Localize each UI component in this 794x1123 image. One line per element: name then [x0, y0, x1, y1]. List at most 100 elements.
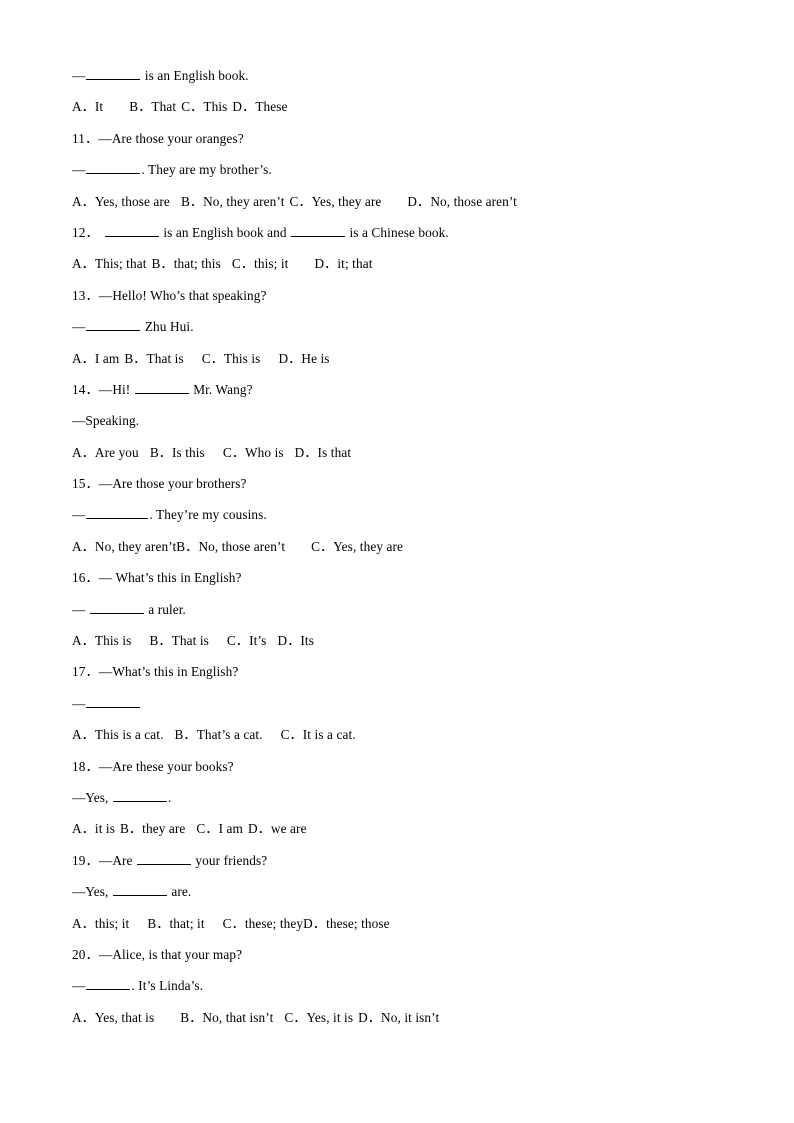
option-label-b: B．	[149, 444, 172, 460]
option-label-c: C．	[196, 821, 219, 837]
option-text-b[interactable]: Is this	[172, 445, 205, 460]
em-dash: —	[98, 758, 113, 774]
option-text-d[interactable]: it; that	[337, 256, 372, 271]
document-page: — is an English book. A．It B．That C．This D．…	[0, 0, 794, 1123]
question-stem-line: 18．—Are these your books?	[72, 758, 234, 774]
question-number: 14．	[72, 381, 99, 397]
option-text-d[interactable]: we are	[271, 821, 307, 836]
em-dash: —	[72, 68, 86, 83]
question-number: 12．	[72, 224, 99, 240]
question-answer-line: — a ruler.	[72, 601, 186, 617]
option-label-a: A．	[72, 538, 95, 554]
option-text-a[interactable]: This; that	[95, 256, 147, 271]
option-text-c[interactable]: Yes, they are	[312, 194, 382, 209]
em-dash: —	[72, 162, 86, 178]
option-text-a[interactable]: Yes, that is	[95, 1010, 154, 1025]
option-text-b[interactable]: No, that isn’t	[202, 1010, 273, 1025]
option-text-b[interactable]: That’s a cat.	[197, 727, 263, 742]
option-text-d[interactable]: No, those aren’t	[430, 194, 517, 209]
option-text-a[interactable]: Yes, those are	[95, 194, 170, 209]
fill-blank	[136, 852, 191, 865]
option-text-d[interactable]: these; those	[326, 916, 390, 931]
option-text-c[interactable]: these; they	[245, 916, 303, 931]
em-dash: —	[72, 978, 86, 994]
question-options-line: A．Are you B．Is this C．Who is D．Is that	[72, 437, 722, 468]
question-options-line: A．this; it B．that; it C．these; theyD．these…	[72, 908, 722, 939]
option-label-d: D．	[277, 633, 301, 649]
option-text-b[interactable]: that; it	[170, 916, 205, 931]
option-text-b[interactable]: No, they aren’t	[203, 194, 284, 209]
option-label-d: D．	[358, 1009, 382, 1025]
option-text-b[interactable]: That is	[146, 351, 183, 366]
question-answer-line: —. It’s Linda’s.	[72, 978, 204, 994]
option-text-c[interactable]: Yes, they are	[333, 539, 403, 554]
option-label-a: A．	[72, 821, 95, 837]
em-dash: —	[98, 664, 113, 680]
fill-blank	[86, 695, 141, 708]
question-answer-line: — Zhu Hui.	[72, 318, 194, 335]
option-text-c[interactable]: this; it	[254, 256, 288, 271]
option-text-b[interactable]: that; this	[174, 256, 221, 271]
option-text-b[interactable]: No, those aren’t	[198, 539, 285, 554]
option-label-a: A．	[72, 99, 95, 115]
option-text-d[interactable]: Its	[300, 633, 314, 648]
option-label-c: C．	[231, 256, 255, 272]
fill-blank	[86, 318, 141, 332]
option-text-a[interactable]: I am	[95, 351, 119, 366]
option-text-c[interactable]: I am	[219, 821, 243, 836]
fill-blank	[86, 161, 141, 175]
option-text-a[interactable]: This is	[95, 633, 132, 648]
question-stem-line: 14．—Hi! Mr. Wang?	[72, 381, 253, 397]
option-text-c[interactable]: This is	[224, 351, 261, 366]
question-number: 15．	[72, 476, 99, 492]
question-number: 13．	[72, 287, 99, 303]
option-text-a[interactable]: No, they aren’t	[95, 539, 176, 554]
option-label-d: D．	[278, 350, 302, 366]
fill-blank	[112, 883, 167, 897]
option-label-d: D．	[232, 99, 256, 115]
question-number: 16．	[72, 570, 99, 586]
option-label-c: C．	[226, 633, 250, 649]
option-text-b[interactable]: That is	[172, 633, 209, 648]
option-text-c[interactable]: It’s	[249, 633, 266, 648]
question-options-line: A．No, they aren’tB．No, those aren’t C．Yes…	[72, 531, 722, 562]
option-text-c[interactable]: Who is	[245, 445, 284, 460]
option-label-a: A．	[72, 256, 95, 272]
option-text-a[interactable]: It	[95, 99, 103, 114]
em-dash: —	[98, 287, 113, 303]
fill-blank	[291, 224, 346, 237]
option-text-c[interactable]: This	[203, 99, 227, 114]
option-text-a[interactable]: This is a cat.	[95, 727, 164, 742]
option-label-c: C．	[201, 350, 224, 366]
option-label-b: B．	[124, 350, 147, 366]
em-dash: —	[98, 570, 113, 586]
em-dash: —	[98, 476, 113, 492]
fill-blank	[134, 381, 189, 394]
fill-blank	[104, 224, 159, 237]
option-label-a: A．	[72, 727, 95, 743]
question-stem-line: 13．—Hello! Who’s that speaking?	[72, 287, 267, 303]
option-text-c[interactable]: Yes, it is	[307, 1010, 354, 1025]
option-text-d[interactable]: These	[255, 99, 287, 114]
option-text-b[interactable]: That	[151, 99, 176, 114]
option-text-d[interactable]: He is	[301, 351, 329, 366]
em-dash: —	[98, 946, 113, 962]
option-label-c: C．	[280, 727, 303, 743]
em-dash: —	[98, 852, 113, 868]
option-text-d[interactable]: Is that	[318, 445, 352, 460]
question-options-line: A．It B．That C．This D．These	[72, 91, 722, 122]
question-number: 17．	[72, 664, 99, 680]
em-dash: —	[72, 507, 86, 523]
option-text-c[interactable]: It is a cat.	[303, 727, 356, 742]
option-label-b: B．	[180, 193, 204, 209]
option-label-d: D．	[248, 821, 271, 837]
question-stem-line: 11．—Are those your oranges?	[72, 130, 244, 146]
option-text-d[interactable]: No, it isn’t	[381, 1010, 439, 1025]
option-text-a[interactable]: it is	[95, 821, 115, 836]
question-number: 19．	[72, 852, 99, 868]
option-text-b[interactable]: they are	[142, 821, 185, 836]
option-text-a[interactable]: Are you	[95, 445, 139, 460]
option-label-a: A．	[72, 350, 95, 366]
option-text-a[interactable]: this; it	[95, 916, 129, 931]
option-label-c: C．	[311, 538, 334, 554]
